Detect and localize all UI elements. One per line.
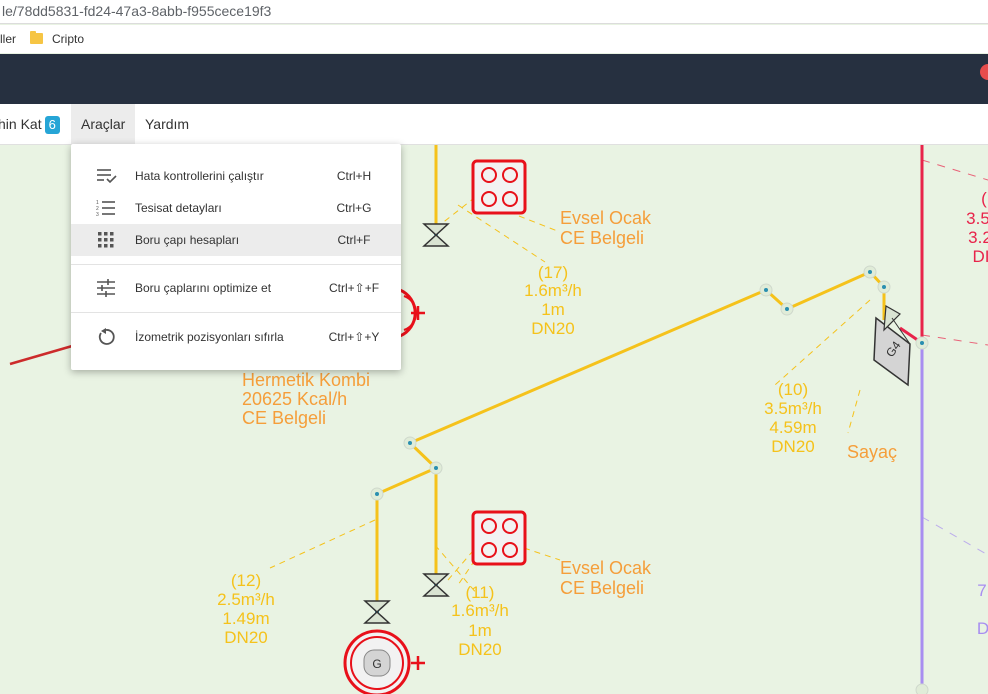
combi-boiler-icon[interactable]: G [343, 629, 425, 694]
appliance-cert: CE Belgeli [560, 578, 644, 598]
folder-icon [30, 31, 43, 44]
menu-araclar[interactable]: Araçlar [71, 104, 136, 144]
pipe-id: (10) [778, 380, 808, 399]
pipe-id: (12) [231, 571, 261, 590]
partial-pipe-dn: D [977, 619, 988, 638]
stove-icon[interactable] [471, 159, 527, 215]
partial-pipe-flow: 3.5 [966, 209, 988, 228]
appliance-name: Evsel Ocak [560, 558, 652, 578]
appliance-name: Hermetik Kombi [242, 370, 370, 390]
purple-dashed-lines [921, 516, 988, 556]
pipe-flow: 2.5m³/h [217, 590, 275, 609]
menu-item-optimize-pipes[interactable]: Boru çaplarını optimize et Ctrl+⇧+F [71, 272, 401, 304]
pipe-length: 1.49m [222, 609, 269, 628]
menu-item-error-check[interactable]: Hata kontrollerini çalıştır Ctrl+H [71, 160, 401, 192]
appliance-name: Evsel Ocak [560, 208, 652, 228]
pipe-length: 1m [468, 621, 492, 640]
partial-pipe-dn: DI [973, 247, 988, 266]
menu-item-shortcut: Ctrl+⇧+F [328, 281, 380, 295]
menu-yardim[interactable]: Yardım [135, 104, 199, 144]
menu-item-label: İzometrik pozisyonları sıfırla [135, 330, 284, 344]
menu-item-label: Boru çaplarını optimize et [135, 281, 272, 295]
pipe-length: 4.59m [769, 418, 816, 437]
tools-dropdown-menu: Hata kontrollerini çalıştır Ctrl+H 123 T… [71, 144, 401, 370]
pipe-flow: 3.5m³/h [764, 399, 822, 418]
combi-code: G [372, 657, 381, 671]
menu-item-label: Tesisat detayları [135, 201, 222, 215]
appliance-cert: CE Belgeli [242, 408, 326, 428]
menu-item-pipe-diameter[interactable]: Boru çapı hesapları Ctrl+F [71, 224, 401, 256]
menu-araclar-label: Araçlar [81, 116, 126, 132]
menu-divider [71, 312, 401, 313]
reset-icon [98, 328, 115, 345]
valve-icon [422, 223, 450, 247]
combi-boiler-icon[interactable] [399, 288, 425, 338]
meter-label: Sayaç [847, 442, 897, 462]
pipe-dn: DN20 [458, 640, 501, 659]
pipe-flow: 1.6m³/h [524, 281, 582, 300]
pipe-dn: DN20 [531, 319, 574, 338]
appliance-capacity: 20625 Kcal/h [242, 389, 347, 409]
menu-divider [71, 264, 401, 265]
menu-item-shortcut: Ctrl+G [336, 201, 372, 215]
menu-bar: hin Kat 6 Araçlar Yardım [0, 104, 988, 145]
pipe-length: 1m [541, 300, 565, 319]
menu-item-label: Hata kontrollerini çalıştır [135, 169, 264, 183]
menu-item-label: Boru çapı hesapları [135, 233, 240, 247]
partial-pipe-id: 7 [977, 581, 986, 600]
numbered-list-icon: 123 [96, 200, 115, 217]
user-avatar[interactable] [980, 64, 988, 80]
app-header [0, 54, 988, 104]
menu-item-reset-isometric[interactable]: İzometrik pozisyonları sıfırla Ctrl+⇧+Y [71, 321, 401, 353]
sliders-icon [97, 279, 115, 297]
valve-icon [422, 573, 450, 597]
menu-kat[interactable]: hin Kat 6 [0, 104, 70, 144]
partial-pipe-id: ( [981, 189, 987, 208]
floor-count-badge: 6 [44, 116, 60, 134]
menu-yardim-label: Yardım [145, 116, 190, 132]
pipe-dn: DN20 [224, 628, 267, 647]
bookmarks-bar: ller Cripto [0, 25, 988, 53]
pipe-id: (11) [466, 583, 495, 602]
bookmark-ller[interactable]: ller [0, 25, 16, 53]
checklist-icon [97, 169, 117, 184]
valve-icon [363, 600, 391, 624]
pipe-id: (17) [538, 263, 568, 282]
partial-pipe-length: 3.2 [968, 228, 988, 247]
svg-text:3: 3 [96, 212, 99, 217]
bookmark-cripto[interactable]: Cripto [52, 25, 84, 53]
gas-meter-icon[interactable]: G4 [873, 305, 911, 387]
menu-kat-label: hin Kat [0, 116, 42, 132]
menu-item-shortcut: Ctrl+F [337, 233, 371, 247]
stove-icon[interactable] [471, 510, 527, 566]
menu-item-shortcut: Ctrl+⇧+Y [328, 330, 380, 344]
url-text: le/78dd5831-fd24-47a3-8abb-f955cece19f3 [2, 3, 272, 19]
menu-item-shortcut: Ctrl+H [336, 169, 372, 183]
pipe-flow: 1.6m³/h [451, 601, 509, 620]
address-bar[interactable]: le/78dd5831-fd24-47a3-8abb-f955cece19f3 [0, 0, 988, 24]
pipe-dn: DN20 [771, 437, 814, 456]
grid-icon [98, 232, 114, 248]
pipe-nodes[interactable] [370, 265, 929, 694]
menu-item-installation-details[interactable]: 123 Tesisat detayları Ctrl+G [71, 192, 401, 224]
appliance-cert: CE Belgeli [560, 228, 644, 248]
